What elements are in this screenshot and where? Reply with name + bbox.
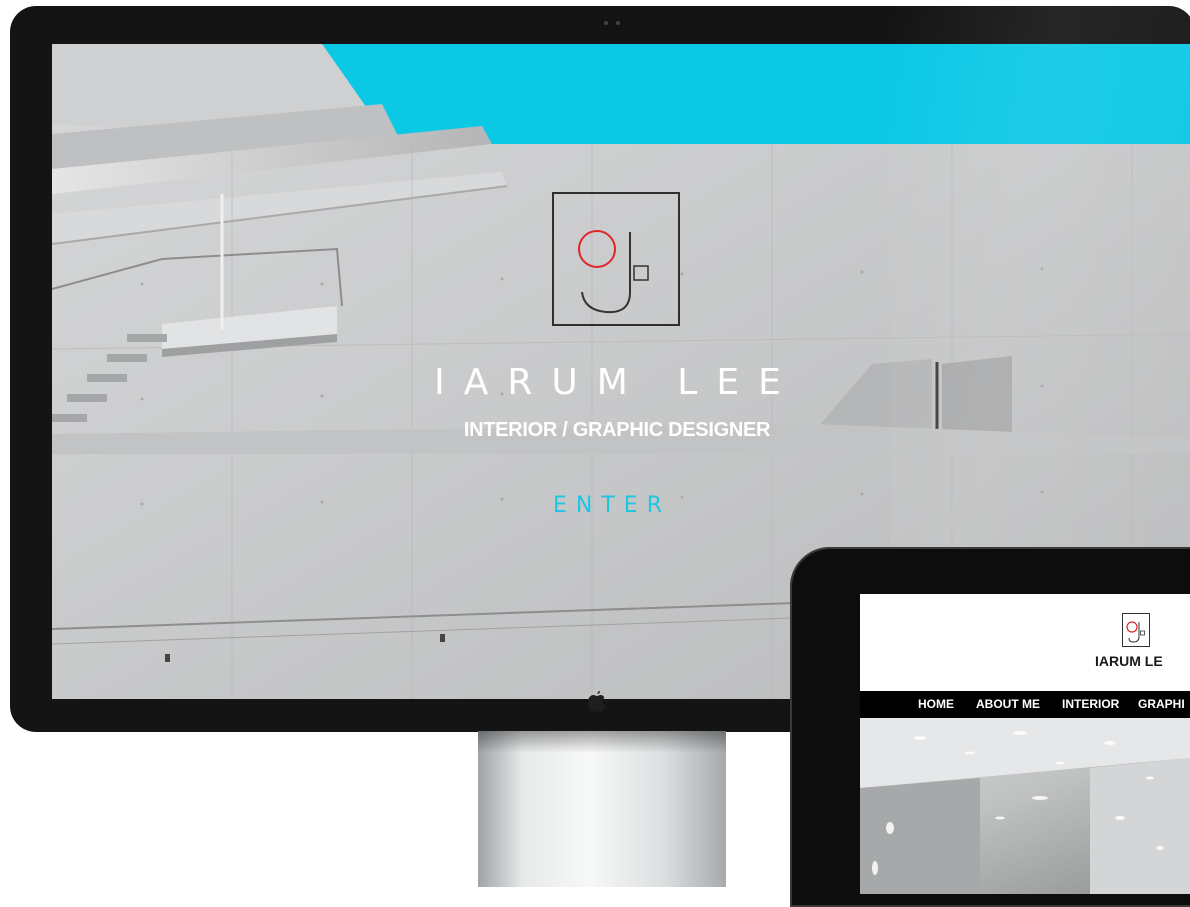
tablet-device: IARUM LE HOME ABOUT ME INTERIOR GRAPHI bbox=[790, 547, 1190, 907]
tablet-nav-bar: HOME ABOUT ME INTERIOR GRAPHI bbox=[860, 691, 1190, 718]
hero-name: IARUM LEE bbox=[434, 362, 800, 403]
hero-subtitle: INTERIOR / GRAPHIC DESIGNER bbox=[463, 419, 771, 441]
monitor-stand-shadow bbox=[478, 731, 726, 753]
tablet-screen: IARUM LE HOME ABOUT ME INTERIOR GRAPHI bbox=[860, 594, 1190, 894]
tablet-site-name: IARUM LE bbox=[1095, 653, 1163, 669]
interior-light-pattern-image bbox=[860, 718, 1190, 894]
tablet-logo bbox=[1122, 613, 1150, 647]
ij-monogram-logo bbox=[552, 192, 680, 326]
logo-mark-icon bbox=[1126, 621, 1145, 643]
enter-button[interactable]: ENTER bbox=[522, 489, 702, 523]
tablet-hero-image bbox=[860, 718, 1190, 894]
nav-graphic[interactable]: GRAPHI bbox=[1138, 691, 1185, 718]
nav-about-me[interactable]: ABOUT ME bbox=[976, 691, 1040, 718]
nav-home[interactable]: HOME bbox=[918, 691, 954, 718]
apple-icon bbox=[588, 691, 606, 712]
monitor-stand bbox=[478, 731, 726, 887]
logo-mark-icon bbox=[578, 230, 649, 314]
camera-icon bbox=[604, 21, 624, 26]
nav-interior[interactable]: INTERIOR bbox=[1062, 691, 1119, 718]
